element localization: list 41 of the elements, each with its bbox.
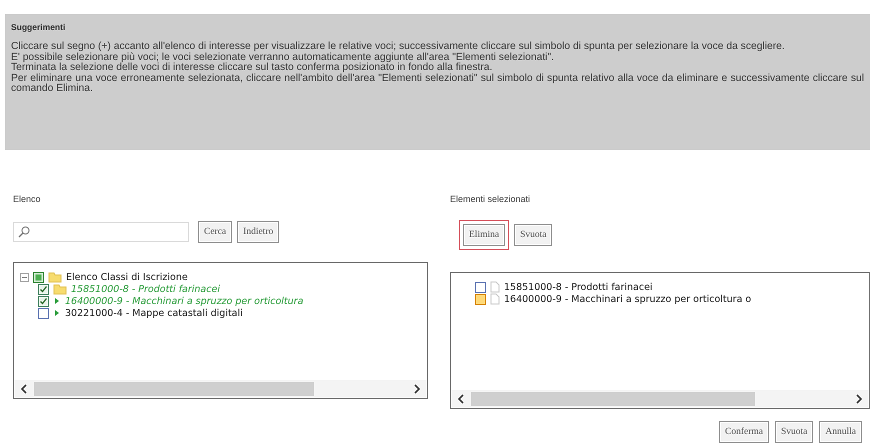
button[interactable]: Conferma bbox=[719, 421, 769, 443]
section-label: Elenco bbox=[13, 194, 42, 206]
button[interactable]: Cerca bbox=[198, 221, 232, 243]
list-item[interactable]: 16400000-9 - Macchinari a spruzzo per orticoltura o bbox=[504, 294, 752, 304]
checkbox[interactable] bbox=[38, 296, 49, 306]
search-icon bbox=[18, 226, 30, 238]
scrollbar-thumb[interactable] bbox=[471, 392, 754, 406]
horizontal-scrollbar[interactable] bbox=[451, 390, 869, 408]
document-icon bbox=[490, 293, 500, 305]
folder-icon bbox=[53, 283, 67, 295]
checkbox[interactable] bbox=[33, 272, 44, 282]
checkbox[interactable] bbox=[475, 282, 486, 292]
button[interactable]: Annulla bbox=[819, 421, 862, 443]
chevron-right-icon bbox=[413, 384, 421, 394]
search-field[interactable] bbox=[13, 222, 189, 242]
button[interactable]: Indietro bbox=[237, 221, 280, 243]
hint-text: E' possibile selezionare più voci; le voci selezionate verranno automaticamente aggiunte all'area "Elementi selezionati". bbox=[11, 52, 555, 63]
checkbox[interactable] bbox=[475, 294, 486, 304]
hint-text: Per eliminare una voce erroneamente selezionata, cliccare nell'ambito dell'area "Elementi selezionati" sul simbolo di spunta relativo alla voce da eliminare e successivamente cliccare sul comando Elimina. bbox=[11, 74, 864, 95]
tree-item[interactable]: 30221000-4 - Mappe catastali digitali bbox=[65, 308, 243, 318]
section-label: Elementi selezionati bbox=[450, 194, 532, 206]
chevron-left-icon bbox=[457, 394, 465, 404]
checkbox[interactable] bbox=[38, 308, 49, 318]
scrollbar-thumb[interactable] bbox=[34, 382, 314, 396]
tree-item[interactable]: 15851000-8 - Prodotti farinacei bbox=[71, 284, 220, 294]
button[interactable]: Svuota bbox=[514, 224, 552, 246]
checkbox[interactable] bbox=[38, 284, 49, 294]
tree-item[interactable]: Elenco Classi di Iscrizione bbox=[66, 272, 188, 282]
chevron-left-icon bbox=[20, 384, 28, 394]
folder-icon bbox=[48, 271, 62, 283]
chevron-right-icon bbox=[855, 394, 863, 404]
hint-text: Cliccare sul segno (+) accanto all'elenco di interesse per visualizzare le relative voci; successivamente cliccare sul simbolo di spunta per selezionare la voce da scegliere. bbox=[11, 42, 786, 52]
list-item[interactable]: 15851000-8 - Prodotti farinacei bbox=[504, 282, 653, 292]
hints-title: Suggerimenti bbox=[11, 22, 66, 32]
tree-item[interactable]: 16400000-9 - Macchinari a spruzzo per orticoltura bbox=[65, 296, 304, 306]
collapse-icon[interactable] bbox=[20, 272, 29, 282]
button[interactable]: Svuota bbox=[775, 421, 814, 443]
horizontal-scrollbar[interactable] bbox=[14, 380, 427, 398]
document-icon bbox=[490, 281, 500, 293]
hint-text: Terminata la selezione delle voci di interesse cliccare sul tasto conferma posizionato in fondo alla finestra. bbox=[11, 63, 494, 74]
button[interactable]: Elimina bbox=[463, 224, 506, 246]
